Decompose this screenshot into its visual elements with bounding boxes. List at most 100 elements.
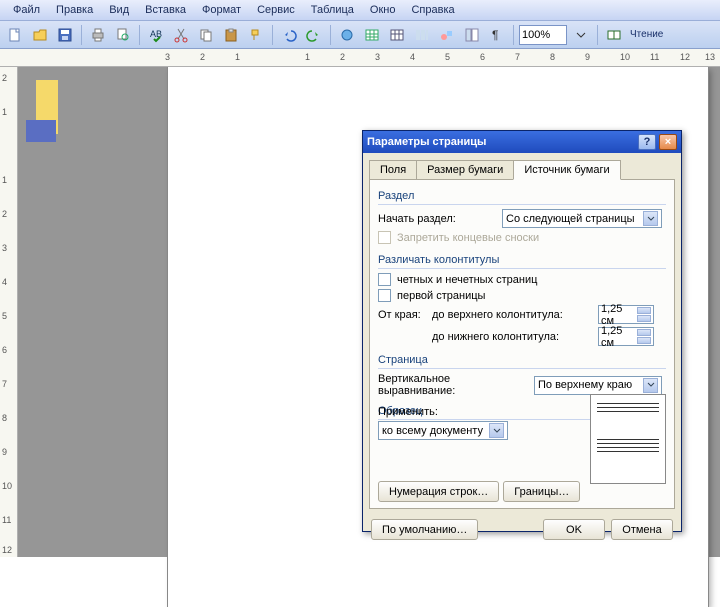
ruler-tick: 7: [515, 52, 520, 62]
close-button[interactable]: ×: [659, 134, 677, 150]
chevron-down-icon: [643, 378, 658, 393]
chevron-down-icon: [489, 423, 504, 438]
insert-hyperlink-icon[interactable]: [336, 24, 358, 46]
menu-table[interactable]: Таблица: [304, 2, 361, 18]
spellcheck-icon[interactable]: AB: [145, 24, 167, 46]
ruler-tick: 11: [650, 52, 659, 62]
suppress-endnotes-checkbox: [378, 231, 391, 244]
group-headers: Различать колонтитулы: [378, 254, 666, 266]
spin-up-icon[interactable]: [637, 307, 651, 314]
apply-to-label: Применить:: [378, 406, 508, 418]
ruler-tick: 4: [2, 277, 7, 287]
undo-icon[interactable]: [278, 24, 300, 46]
menu-help[interactable]: Справка: [404, 2, 461, 18]
tab-paper-source[interactable]: Источник бумаги: [513, 160, 620, 180]
menu-window[interactable]: Окно: [363, 2, 403, 18]
dialog-button-row: По умолчанию… OK Отмена: [363, 515, 681, 546]
spin-down-icon[interactable]: [637, 337, 651, 344]
zoom-dropdown-icon[interactable]: [570, 24, 592, 46]
default-button[interactable]: По умолчанию…: [371, 519, 478, 540]
ruler-tick: 10: [620, 52, 630, 62]
dialog-panel: Раздел Начать раздел: Со следующей стран…: [369, 179, 675, 509]
print-preview-icon[interactable]: [112, 24, 134, 46]
tables-icon[interactable]: [361, 24, 383, 46]
ruler-vertical[interactable]: 2 1 1 2 3 4 5 6 7 8 9 10 11 12: [0, 67, 18, 557]
ruler-tick: 3: [165, 52, 170, 62]
ruler-tick: 13: [705, 52, 715, 62]
redo-icon[interactable]: [303, 24, 325, 46]
help-button[interactable]: ?: [638, 134, 656, 150]
menu-file[interactable]: Файл: [6, 2, 47, 18]
cut-icon[interactable]: [170, 24, 192, 46]
apply-to-combo[interactable]: ко всему документу: [378, 421, 508, 440]
insert-table-icon[interactable]: [386, 24, 408, 46]
save-icon[interactable]: [54, 24, 76, 46]
ruler-tick: 8: [550, 52, 555, 62]
ruler-tick: 7: [2, 379, 7, 389]
first-page-checkbox[interactable]: [378, 289, 391, 302]
ruler-tick: 5: [445, 52, 450, 62]
ruler-tick: 9: [2, 447, 7, 457]
print-icon[interactable]: [87, 24, 109, 46]
open-icon[interactable]: [29, 24, 51, 46]
spin-up-icon[interactable]: [637, 329, 651, 336]
svg-text:¶: ¶: [492, 28, 498, 42]
ruler-tick: 1: [235, 52, 240, 62]
ruler-tick: 12: [680, 52, 690, 62]
page-setup-dialog: Параметры страницы ? × Поля Размер бумаг…: [362, 130, 682, 532]
group-section: Раздел: [378, 190, 666, 202]
new-doc-icon[interactable]: [4, 24, 26, 46]
menu-tools[interactable]: Сервис: [250, 2, 302, 18]
read-mode-label: Чтение: [630, 29, 663, 40]
ruler-tick: 2: [2, 209, 7, 219]
valign-combo[interactable]: По верхнему краю: [534, 376, 662, 395]
page-preview: [590, 394, 666, 484]
cancel-button[interactable]: Отмена: [611, 519, 673, 540]
copy-icon[interactable]: [195, 24, 217, 46]
header-distance-spinner[interactable]: 1,25 см: [598, 305, 654, 324]
ruler-horizontal[interactable]: 3 2 1 1 2 3 4 5 6 7 8 9 10 11 12 13: [0, 49, 720, 67]
menu-edit[interactable]: Правка: [49, 2, 100, 18]
columns-icon[interactable]: [411, 24, 433, 46]
start-section-value: Со следующей страницы: [506, 213, 635, 225]
line-numbers-button[interactable]: Нумерация строк…: [378, 481, 499, 502]
ruler-tick: 4: [410, 52, 415, 62]
group-page: Страница: [378, 354, 666, 366]
ruler-tick: 10: [2, 481, 12, 491]
ruler-tick: 3: [375, 52, 380, 62]
from-edge-label: От края:: [378, 309, 426, 321]
ok-button[interactable]: OK: [543, 519, 605, 540]
dialog-titlebar[interactable]: Параметры страницы ? ×: [363, 131, 681, 153]
menu-view[interactable]: Вид: [102, 2, 136, 18]
paste-icon[interactable]: [220, 24, 242, 46]
dialog-tabs: Поля Размер бумаги Источник бумаги: [369, 159, 675, 179]
apply-to-value: ко всему документу: [382, 425, 483, 437]
ruler-tick: 1: [2, 107, 7, 117]
first-page-label: первой страницы: [397, 290, 485, 302]
zoom-combo[interactable]: 100%: [519, 25, 567, 45]
format-painter-icon[interactable]: [245, 24, 267, 46]
read-mode-icon[interactable]: [603, 24, 625, 46]
menu-insert[interactable]: Вставка: [138, 2, 193, 18]
menu-format[interactable]: Формат: [195, 2, 248, 18]
footer-distance-value: 1,25 см: [601, 325, 637, 349]
ruler-tick: 1: [305, 52, 310, 62]
start-section-combo[interactable]: Со следующей страницы: [502, 209, 662, 228]
odd-even-checkbox[interactable]: [378, 273, 391, 286]
show-formatting-icon[interactable]: ¶: [486, 24, 508, 46]
footer-distance-spinner[interactable]: 1,25 см: [598, 327, 654, 346]
odd-even-label: четных и нечетных страниц: [397, 274, 537, 286]
ruler-tick: 8: [2, 413, 7, 423]
drawing-icon[interactable]: [436, 24, 458, 46]
document-map-icon[interactable]: [461, 24, 483, 46]
tab-paper-size[interactable]: Размер бумаги: [416, 160, 514, 180]
tab-fields[interactable]: Поля: [369, 160, 417, 180]
ruler-tick: 9: [585, 52, 590, 62]
ruler-tick: 2: [200, 52, 205, 62]
borders-button[interactable]: Границы…: [503, 481, 580, 502]
dialog-title: Параметры страницы: [367, 136, 486, 148]
spin-down-icon[interactable]: [637, 315, 651, 322]
valign-label: Вертикальное выравнивание:: [378, 373, 528, 397]
to-footer-label: до нижнего колонтитула:: [432, 331, 592, 343]
ruler-tick: 11: [2, 515, 11, 525]
